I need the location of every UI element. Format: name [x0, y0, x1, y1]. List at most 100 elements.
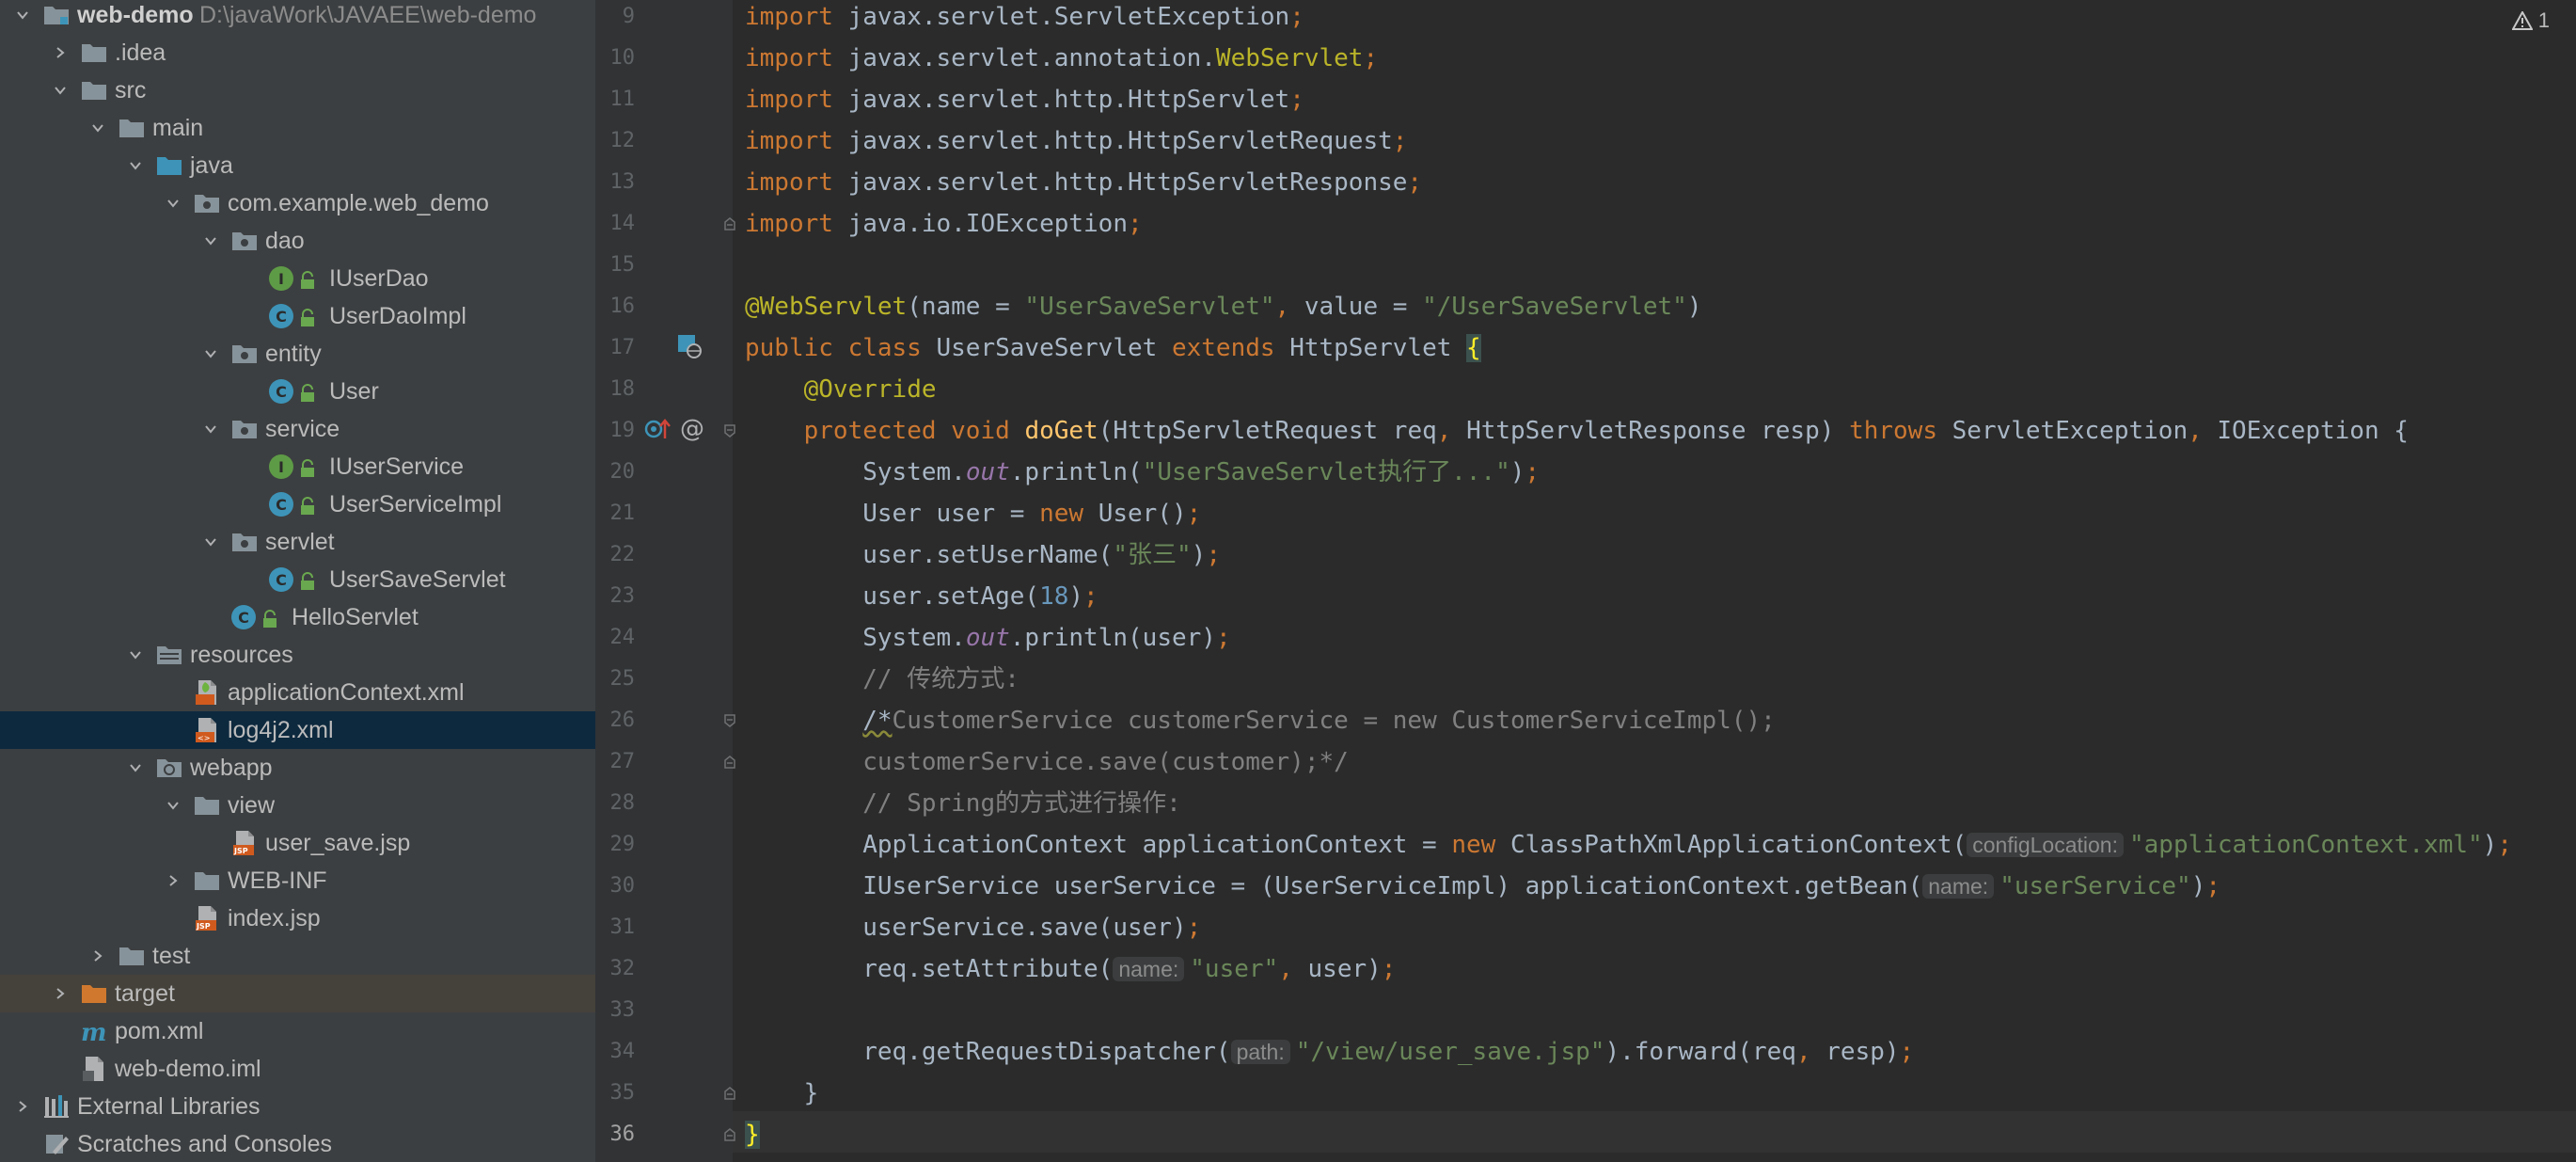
tree-node[interactable]: C UserDaoImpl [0, 297, 595, 335]
line-number[interactable]: 26 [595, 700, 636, 741]
tree-node[interactable]: WEB-INF [0, 862, 595, 899]
tree-node[interactable]: <> log4j2.xml [0, 711, 595, 749]
inspection-widget[interactable]: 1 [2511, 2, 2550, 40]
chevron-right-icon[interactable] [9, 1088, 36, 1125]
code-line[interactable]: userService.save(user); [745, 907, 1201, 948]
code-line[interactable]: protected void doGet(HttpServletRequest … [745, 410, 2409, 452]
tree-node[interactable]: applicationContext.xml [0, 674, 595, 711]
code-editor[interactable]: 9 10 11 12 13 14 15 16 17 18 19 20 21 22 23 24 25 26 27 28 2… [595, 0, 2576, 1162]
code-line[interactable]: user.setUserName("张三"); [745, 534, 1221, 576]
line-number[interactable]: 23 [595, 576, 636, 617]
line-number[interactable]: 31 [595, 907, 636, 948]
tree-node[interactable]: C UserServiceImpl [0, 485, 595, 523]
line-number[interactable]: 24 [595, 617, 636, 659]
tree-node[interactable]: Scratches and Consoles [0, 1125, 595, 1162]
chevron-down-icon[interactable] [198, 335, 224, 373]
fold-end-icon[interactable] [724, 1087, 735, 1100]
line-number[interactable]: 11 [595, 79, 636, 120]
tree-node[interactable]: service [0, 410, 595, 448]
tree-node[interactable]: target [0, 975, 595, 1012]
tree-node[interactable]: I IUserDao [0, 260, 595, 297]
tree-node[interactable]: dao [0, 222, 595, 260]
tree-node[interactable]: I IUserService [0, 448, 595, 485]
chevron-down-icon[interactable] [122, 749, 149, 787]
tree-node[interactable]: com.example.web_demo [0, 184, 595, 222]
project-tree[interactable]: web-demo D:\javaWork\JAVAEE\web-demo .idea… [0, 0, 595, 1162]
code-line[interactable]: } [745, 1114, 760, 1155]
code-line[interactable]: import javax.servlet.annotation.WebServl… [745, 38, 1378, 79]
chevron-down-icon[interactable] [85, 109, 111, 147]
line-number[interactable]: 35 [595, 1073, 636, 1114]
servlet-mapping-icon[interactable] [676, 333, 703, 364]
tree-node[interactable]: .idea [0, 34, 595, 72]
line-number[interactable]: 33 [595, 990, 636, 1031]
line-number[interactable]: 21 [595, 493, 636, 534]
code-line[interactable]: ApplicationContext applicationContext = … [745, 824, 2512, 866]
tree-node[interactable]: test [0, 937, 595, 975]
code-line[interactable]: } [745, 1073, 819, 1114]
tree-node[interactable]: src [0, 72, 595, 109]
line-number[interactable]: 18 [595, 369, 636, 410]
fold-start-icon[interactable] [724, 424, 735, 438]
fold-start-icon[interactable] [724, 714, 735, 727]
code-line[interactable]: req.getRequestDispatcher(path: "/view/use… [745, 1031, 1914, 1073]
code-line[interactable]: System.out.println(user); [745, 617, 1230, 659]
tree-node[interactable]: C User [0, 373, 595, 410]
line-number[interactable]: 30 [595, 866, 636, 907]
code-line[interactable]: import javax.servlet.ServletException; [745, 0, 1304, 38]
tree-node[interactable]: entity [0, 335, 595, 373]
tree-node[interactable]: resources [0, 636, 595, 674]
line-number[interactable]: 29 [595, 824, 636, 866]
chevron-down-icon[interactable] [198, 523, 224, 561]
code-line[interactable]: /*CustomerService customerService = new … [745, 700, 1776, 741]
code-line[interactable]: customerService.save(customer);*/ [745, 741, 1349, 783]
fold-end-icon[interactable] [724, 217, 735, 231]
tree-node[interactable]: web-demo D:\javaWork\JAVAEE\web-demo [0, 0, 595, 34]
code-line[interactable]: import javax.servlet.http.HttpServletReq… [745, 120, 1407, 162]
tree-node[interactable]: m pom.xml [0, 1012, 595, 1050]
chevron-right-icon[interactable] [160, 862, 186, 899]
chevron-down-icon[interactable] [9, 0, 36, 34]
line-number[interactable]: 12 [595, 120, 636, 162]
chevron-right-icon[interactable] [47, 34, 73, 72]
fold-end-icon[interactable] [724, 756, 735, 769]
tree-node[interactable]: C HelloServlet [0, 598, 595, 636]
chevron-down-icon[interactable] [47, 72, 73, 109]
chevron-down-icon[interactable] [198, 222, 224, 260]
code-line[interactable]: User user = new User(); [745, 493, 1201, 534]
code-line[interactable]: // Spring的方式进行操作: [745, 783, 1181, 824]
code-line[interactable]: @Override [745, 369, 937, 410]
line-number[interactable]: 32 [595, 948, 636, 990]
line-number[interactable]: 28 [595, 783, 636, 824]
code-line[interactable]: user.setAge(18); [745, 576, 1098, 617]
at-sign-icon[interactable]: @ [678, 414, 706, 447]
line-number[interactable]: 19 [595, 410, 636, 452]
tree-node[interactable]: C UserSaveServlet [0, 561, 595, 598]
line-number[interactable]: 20 [595, 452, 636, 493]
tree-node[interactable]: web-demo.iml [0, 1050, 595, 1088]
chevron-down-icon[interactable] [160, 787, 186, 824]
implementing-method-icon[interactable] [644, 416, 676, 447]
chevron-right-icon[interactable] [85, 937, 111, 975]
line-number[interactable]: 36 [595, 1114, 636, 1155]
line-number[interactable]: 34 [595, 1031, 636, 1073]
tree-node[interactable]: main [0, 109, 595, 147]
code-line[interactable]: req.setAttribute(name: "user", user); [745, 948, 1396, 990]
line-number[interactable]: 22 [595, 534, 636, 576]
tree-node[interactable]: java [0, 147, 595, 184]
code-line[interactable]: import javax.servlet.http.HttpServletRes… [745, 162, 1422, 203]
line-number[interactable]: 25 [595, 659, 636, 700]
code-line[interactable]: @WebServlet(name = "UserSaveServlet", va… [745, 286, 1702, 327]
chevron-down-icon[interactable] [122, 636, 149, 674]
code-line[interactable]: public class UserSaveServlet extends Htt… [745, 327, 1481, 369]
tree-node[interactable]: JSP index.jsp [0, 899, 595, 937]
fold-end-icon[interactable] [724, 1128, 735, 1141]
line-number[interactable]: 15 [595, 245, 636, 286]
code-line[interactable]: import java.io.IOException; [745, 203, 1143, 245]
tree-node[interactable]: servlet [0, 523, 595, 561]
code-line[interactable]: IUserService userService = (UserServiceI… [745, 866, 2220, 907]
line-number[interactable]: 9 [595, 0, 635, 38]
line-number[interactable]: 17 [595, 327, 636, 369]
line-number[interactable]: 10 [595, 38, 636, 79]
line-number[interactable]: 14 [595, 203, 636, 245]
